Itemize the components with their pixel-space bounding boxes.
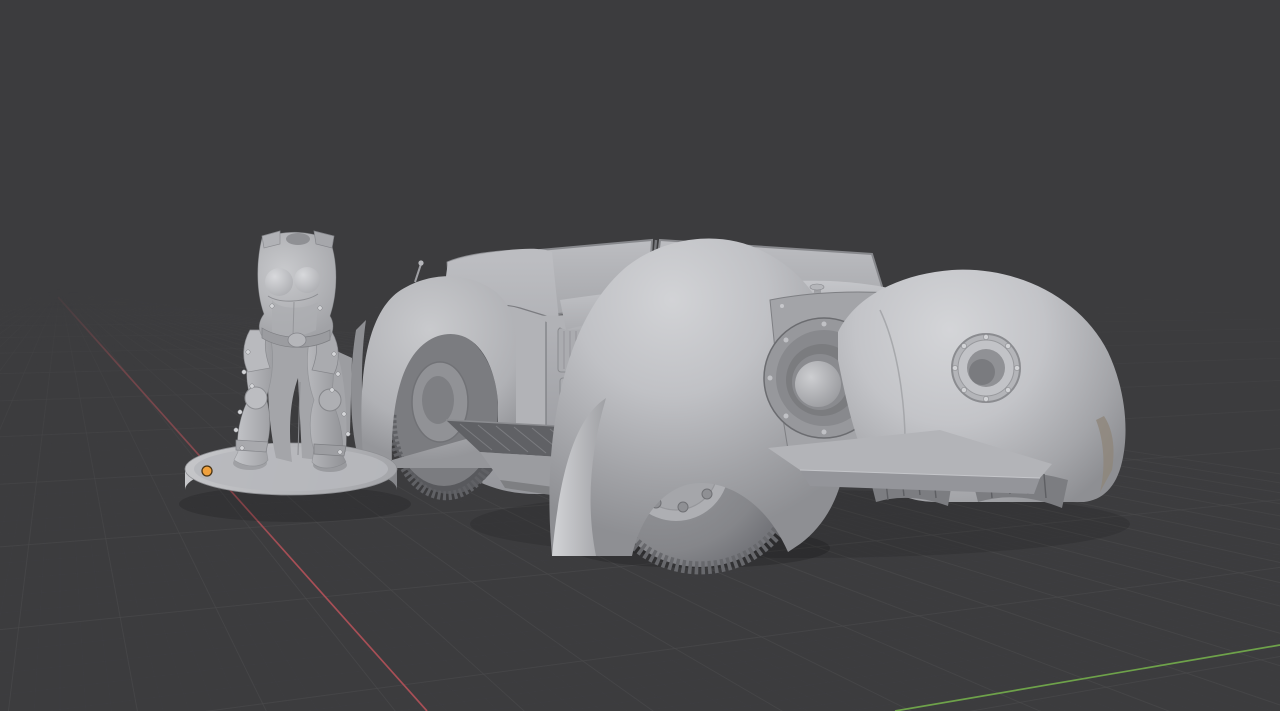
- bust-left: [265, 268, 293, 296]
- knee-pad-left: [245, 387, 267, 409]
- figurine-torso: [258, 231, 336, 347]
- viewport-canvas[interactable]: [0, 0, 1280, 711]
- turbine-dome: [795, 361, 841, 407]
- belt-buckle: [288, 333, 306, 347]
- knee-pad-right: [319, 389, 341, 411]
- neck-socket: [286, 233, 310, 245]
- car-porthole: [952, 334, 1020, 402]
- car-mirror-head: [418, 260, 423, 265]
- viewport[interactable]: [0, 0, 1280, 711]
- object-origin-icon[interactable]: [202, 466, 212, 476]
- rear-hub-center: [422, 376, 454, 424]
- bust-right: [294, 267, 320, 293]
